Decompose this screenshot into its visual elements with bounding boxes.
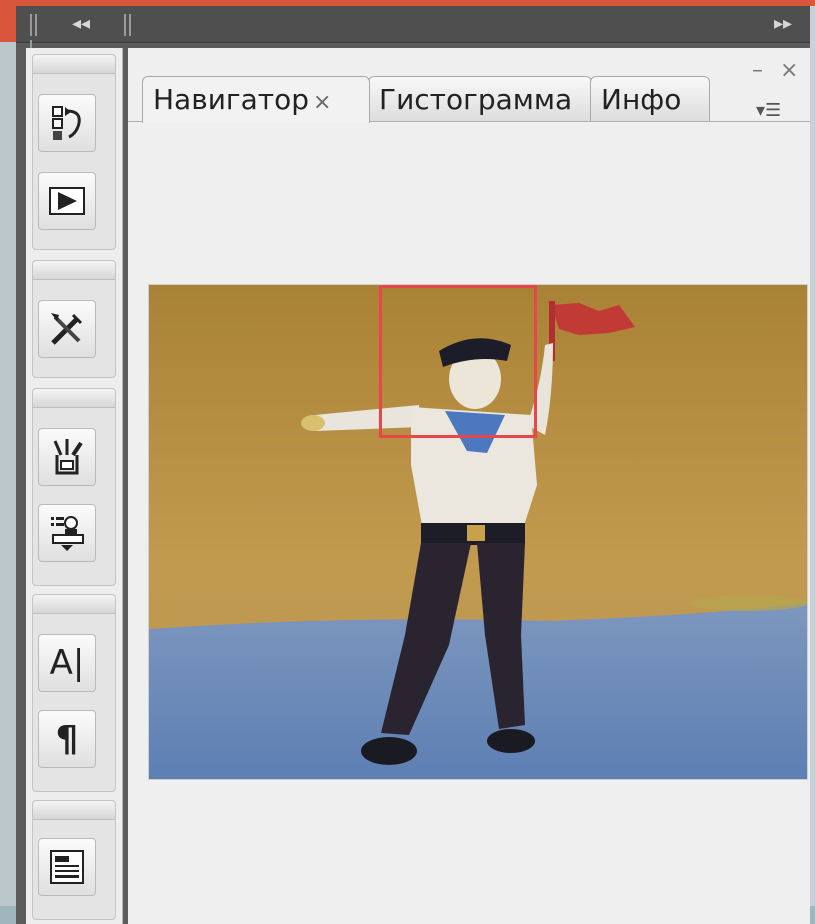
docked-panel-window: ◂◂ ▸▸ A| ¶ – × Навигатор × Гистограмма И…: [16, 6, 810, 924]
tab-histogram-label: Гистограмма: [379, 83, 573, 116]
clone-source-icon[interactable]: [38, 504, 96, 562]
group-header[interactable]: [33, 595, 115, 614]
navigator-panel: – × Навигатор × Гистограмма Инфо ▾☰: [128, 48, 810, 924]
minimize-panel-button[interactable]: –: [752, 60, 763, 82]
history-icon[interactable]: [38, 94, 96, 152]
character-glyph: A|: [49, 643, 85, 683]
tab-info-label: Инфо: [601, 83, 682, 116]
dock-grip-left[interactable]: [30, 14, 44, 62]
group-header[interactable]: [33, 261, 115, 280]
group-header[interactable]: [33, 389, 115, 408]
brush-presets-icon[interactable]: [38, 428, 96, 486]
tab-navigator[interactable]: Навигатор ×: [142, 76, 370, 123]
collapse-dock-button[interactable]: ◂◂: [72, 12, 90, 36]
tab-navigator-label: Навигатор: [153, 83, 309, 116]
navigator-preview[interactable]: [148, 284, 808, 780]
panel-dock-titlebar: ◂◂ ▸▸: [16, 6, 810, 62]
expand-dock-button[interactable]: ▸▸: [774, 12, 792, 36]
tab-histogram[interactable]: Гистограмма: [368, 76, 592, 122]
icon-toolbar: A| ¶: [26, 48, 123, 924]
panel-menu-icon[interactable]: ▾☰: [756, 100, 781, 121]
paragraph-glyph: ¶: [55, 718, 79, 760]
play-action-icon[interactable]: [38, 172, 96, 230]
character-icon[interactable]: A|: [38, 634, 96, 692]
dock-grip-right[interactable]: [124, 14, 138, 36]
layer-comps-icon[interactable]: [38, 838, 96, 896]
navigator-view-box[interactable]: [379, 285, 537, 438]
close-panel-button[interactable]: ×: [780, 60, 798, 82]
tab-info[interactable]: Инфо: [590, 76, 710, 122]
group-header[interactable]: [33, 801, 115, 820]
tab-close-icon[interactable]: ×: [313, 90, 331, 115]
tools-icon[interactable]: [38, 300, 96, 358]
paragraph-icon[interactable]: ¶: [38, 710, 96, 768]
group-header[interactable]: [33, 55, 115, 74]
